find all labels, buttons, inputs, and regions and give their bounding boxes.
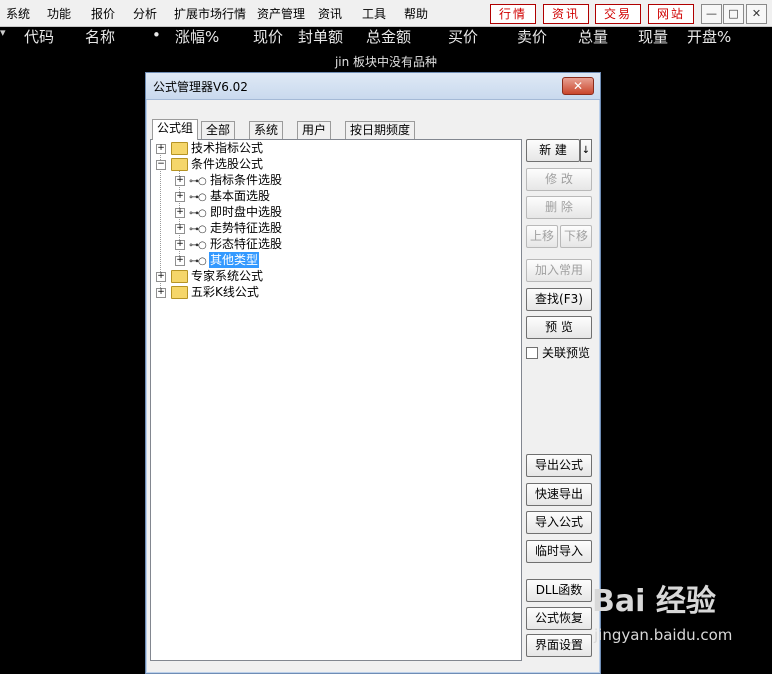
sort-marker-icon: ▾	[0, 26, 6, 39]
dialog-title: 公式管理器V6.02	[153, 80, 248, 94]
watermark-url: jingyan.baidu.com	[594, 626, 733, 644]
dialog-close-icon[interactable]: ✕	[562, 77, 594, 95]
key-icon: ⊶○	[189, 192, 207, 203]
new-button[interactable]: 新 建	[526, 139, 580, 162]
menu-bar: 系统 功能 报价 分析 扩展市场行情 资产管理 资讯 工具 帮助 行情 资讯 交…	[0, 0, 772, 27]
menu-tools[interactable]: 工具	[362, 5, 386, 22]
baidu-watermark: Bai 经验 jingyan.baidu.com	[592, 576, 770, 656]
expand-icon[interactable]: +	[175, 256, 185, 266]
quick-export-button[interactable]: 快速导出	[526, 483, 592, 506]
folder-icon	[171, 158, 188, 171]
trade-button[interactable]: 交易	[595, 4, 641, 24]
tree-label: 走势特征选股	[210, 221, 283, 235]
column-price[interactable]: 现价	[253, 26, 283, 47]
folder-icon	[171, 286, 188, 299]
tab-user[interactable]: 用户	[297, 121, 332, 139]
column-volume[interactable]: 总量	[578, 26, 608, 47]
find-button[interactable]: 查找(F3)	[526, 288, 592, 311]
temp-import-button[interactable]: 临时导入	[526, 540, 592, 563]
export-formula-button[interactable]: 导出公式	[526, 454, 592, 477]
column-dot: •	[152, 26, 161, 44]
column-name[interactable]: 名称	[85, 26, 115, 47]
formula-tree[interactable]: + 技术指标公式 − 条件选股公式 + ⊶○ 指标条件选股 + ⊶○ 基本面选股…	[150, 139, 522, 661]
tree-label: 条件选股公式	[191, 157, 264, 171]
key-icon: ⊶○	[189, 224, 207, 235]
restore-icon[interactable]: □	[723, 4, 744, 24]
preview-button[interactable]: 预 览	[526, 316, 592, 339]
folder-icon	[171, 270, 188, 283]
dll-function-button[interactable]: DLL函数	[526, 579, 592, 602]
quote-list-header: ▾ 代码 名称 • 涨幅% 现价 封单额 总金额 买价 卖价 总量 现量 开盘%	[0, 26, 772, 48]
tree-label: 基本面选股	[210, 189, 271, 203]
menu-asset-management[interactable]: 资产管理	[257, 5, 305, 22]
move-up-button[interactable]: 上移	[526, 225, 558, 248]
delete-button[interactable]: 删 除	[526, 196, 592, 219]
tab-formula-group[interactable]: 公式组	[152, 119, 199, 140]
column-total-amount[interactable]: 总金额	[366, 26, 411, 47]
website-button[interactable]: 网站	[648, 4, 694, 24]
collapse-icon[interactable]: −	[156, 160, 166, 170]
tree-label: 专家系统公式	[191, 269, 264, 283]
column-code[interactable]: 代码	[24, 26, 54, 47]
menu-quote[interactable]: 报价	[91, 5, 115, 22]
expand-icon[interactable]: +	[156, 288, 166, 298]
menu-function[interactable]: 功能	[47, 5, 71, 22]
expand-icon[interactable]: +	[175, 208, 185, 218]
close-icon[interactable]: ✕	[746, 4, 767, 24]
expand-icon[interactable]: +	[175, 240, 185, 250]
add-common-button[interactable]: 加入常用	[526, 259, 592, 282]
formula-restore-button[interactable]: 公式恢复	[526, 607, 592, 630]
formula-manager-dialog: 公式管理器V6.02 ✕ 公式组 全部 系统 用户 按日期频度 + 技术指标公式…	[145, 72, 601, 674]
expand-icon[interactable]: +	[175, 176, 185, 186]
import-formula-button[interactable]: 导入公式	[526, 511, 592, 534]
tab-system[interactable]: 系统	[249, 121, 284, 139]
column-current-volume[interactable]: 现量	[638, 26, 668, 47]
ui-settings-button[interactable]: 界面设置	[526, 634, 592, 657]
quote-button[interactable]: 行情	[490, 4, 536, 24]
key-icon: ⊶○	[189, 240, 207, 251]
column-bid[interactable]: 买价	[448, 26, 478, 47]
associated-preview-label: 关联预览	[542, 346, 591, 360]
expand-icon[interactable]: +	[175, 192, 185, 202]
tree-label: 技术指标公式	[191, 141, 264, 155]
tree-label: 即时盘中选股	[210, 205, 283, 219]
menu-system[interactable]: 系统	[6, 5, 30, 22]
tab-all[interactable]: 全部	[201, 121, 236, 139]
expand-icon[interactable]: +	[156, 144, 166, 154]
column-open-pct[interactable]: 开盘%	[687, 26, 731, 47]
dialog-titlebar[interactable]: 公式管理器V6.02 ✕	[146, 73, 600, 100]
tab-by-date-frequency[interactable]: 按日期频度	[345, 121, 416, 139]
move-down-button[interactable]: 下移	[560, 225, 592, 248]
tree-label: 指标条件选股	[210, 173, 283, 187]
watermark-logo: Bai 经验	[592, 584, 716, 619]
column-ask[interactable]: 卖价	[517, 26, 547, 47]
tree-label-selected: 其他类型	[209, 252, 260, 268]
tree-label: 五彩K线公式	[191, 285, 259, 299]
modify-button[interactable]: 修 改	[526, 168, 592, 191]
menu-analysis[interactable]: 分析	[133, 5, 157, 22]
menu-help[interactable]: 帮助	[404, 5, 428, 22]
status-message: jin 板块中没有品种	[334, 55, 438, 69]
key-icon: ⊶○	[189, 208, 207, 219]
folder-icon	[171, 142, 188, 155]
tree-label: 形态特征选股	[210, 237, 283, 251]
info-button[interactable]: 资讯	[543, 4, 589, 24]
menu-news[interactable]: 资讯	[318, 5, 342, 22]
key-icon: ⊶○	[189, 176, 207, 187]
column-seal-amount[interactable]: 封单额	[298, 26, 343, 47]
expand-icon[interactable]: +	[156, 272, 166, 282]
minimize-icon[interactable]: —	[701, 4, 722, 24]
column-change-pct[interactable]: 涨幅%	[175, 26, 219, 47]
new-dropdown-arrow-icon[interactable]: ↓	[580, 139, 592, 162]
menu-extended-market[interactable]: 扩展市场行情	[174, 5, 246, 22]
expand-icon[interactable]: +	[175, 224, 185, 234]
associated-preview-checkbox[interactable]	[526, 347, 538, 359]
